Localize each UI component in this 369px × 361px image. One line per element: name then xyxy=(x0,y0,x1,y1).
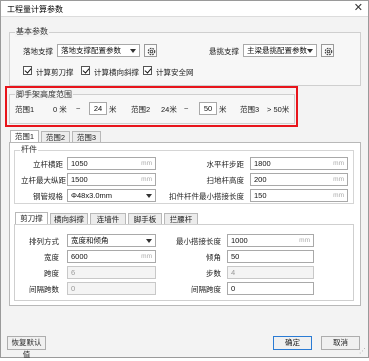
floor-support-value: 落地支撑配置参数 xyxy=(61,46,121,55)
safety-net-checkbox[interactable] xyxy=(143,66,152,75)
cantilever-value: 主梁悬挑配置参数 xyxy=(247,46,307,55)
fastener-overlap-input[interactable]: 150 mm xyxy=(250,189,348,202)
unit-label: mm xyxy=(141,176,152,183)
horizontal-step-input[interactable]: 1800 mm xyxy=(250,157,348,170)
gap-steps-label: 间隔跨度 xyxy=(191,285,221,294)
width-input[interactable]: 6000 mm xyxy=(67,250,156,263)
chevron-down-icon xyxy=(146,239,152,243)
pole-legend: 杆件 xyxy=(20,144,38,155)
min-overlap-label: 最小搭接长度 xyxy=(176,237,221,246)
chevron-down-icon xyxy=(146,194,152,198)
vertical-spacing-label: 立杆横距 xyxy=(33,160,63,169)
arrangement-value: 宽度和倾角 xyxy=(71,236,109,245)
gap-span-label: 间隔跨数 xyxy=(29,285,59,294)
min-overlap-input[interactable]: 1000 mm xyxy=(227,234,314,247)
width-value: 6000 xyxy=(71,252,88,261)
angle-label: 倾角 xyxy=(206,253,221,262)
floor-support-select[interactable]: 落地支撑配置参数 xyxy=(57,44,140,57)
width-label: 宽度 xyxy=(44,253,59,262)
floor-support-label: 落地支撑 xyxy=(23,47,53,56)
cross-brace-checkbox[interactable] xyxy=(81,66,90,75)
sweep-height-input[interactable]: 200 mm xyxy=(250,173,348,186)
arrangement-select[interactable]: 宽度和倾角 xyxy=(67,234,156,247)
title-bar[interactable]: 工程量计算参数 ✕ xyxy=(1,1,368,17)
vertical-spacing-value: 1050 xyxy=(71,159,88,168)
horizontal-step-value: 1800 xyxy=(254,159,271,168)
scissor-check-label: 计算剪刀撑 xyxy=(36,68,74,77)
floor-support-settings-button[interactable] xyxy=(144,44,157,57)
sweep-height-label: 扫地杆高度 xyxy=(206,176,245,185)
unit-label: mm xyxy=(141,160,152,167)
scissor-checkbox[interactable] xyxy=(23,66,32,75)
cantilever-settings-button[interactable] xyxy=(321,44,334,57)
restore-defaults-button[interactable]: 恢复默认值 xyxy=(7,336,46,359)
cantilever-label: 悬挑支撑 xyxy=(209,47,239,56)
highlight-box xyxy=(5,86,298,127)
basic-params-legend: 基本参数 xyxy=(15,26,49,37)
span-label: 跨度 xyxy=(44,269,59,278)
dialog-window: 工程量计算参数 ✕ 基本参数 落地支撑 落地支撑配置参数 悬挑支撑 主梁悬挑配置… xyxy=(0,0,369,359)
gap-steps-input[interactable]: 0 xyxy=(227,282,314,295)
min-overlap-value: 1000 xyxy=(231,236,248,245)
longitudinal-spacing-value: 1500 xyxy=(71,175,88,184)
fastener-overlap-value: 150 xyxy=(254,191,267,200)
close-icon[interactable]: ✕ xyxy=(354,2,363,14)
ok-button[interactable]: 确定 xyxy=(273,336,312,350)
unit-label: mm xyxy=(299,237,310,244)
fastener-overlap-label: 扣件杆件最小搭接长度 xyxy=(169,192,244,201)
horizontal-step-label: 水平杆步距 xyxy=(206,160,245,169)
cantilever-select[interactable]: 主梁悬挑配置参数 xyxy=(243,44,317,57)
window-title: 工程量计算参数 xyxy=(7,5,63,14)
gap-span-input[interactable]: 0 xyxy=(67,282,156,295)
chevron-down-icon xyxy=(130,49,136,53)
cancel-button[interactable]: 取消 xyxy=(321,336,360,350)
steel-spec-value: Φ48x3.0mm xyxy=(71,191,112,200)
unit-label: mm xyxy=(333,160,344,167)
steel-spec-label: 钢管规格 xyxy=(33,192,63,201)
unit-label: mm xyxy=(141,253,152,260)
gear-icon xyxy=(324,47,333,56)
safety-net-check-label: 计算安全网 xyxy=(156,68,194,77)
sweep-height-value: 200 xyxy=(254,175,267,184)
resize-grip-icon[interactable]: ⋰ xyxy=(359,347,366,355)
span-input[interactable]: 6 xyxy=(67,266,156,279)
steel-spec-select[interactable]: Φ48x3.0mm xyxy=(67,189,156,202)
chevron-down-icon xyxy=(307,49,313,53)
unit-label: mm xyxy=(333,192,344,199)
steps-label: 步数 xyxy=(206,269,221,278)
gear-icon xyxy=(147,47,156,56)
unit-label: mm xyxy=(333,176,344,183)
cross-brace-check-label: 计算横向斜撑 xyxy=(94,68,139,77)
arrangement-label: 排列方式 xyxy=(29,237,59,246)
longitudinal-spacing-label: 立杆最大纵距 xyxy=(21,176,66,185)
steps-input[interactable]: 4 xyxy=(227,266,314,279)
longitudinal-spacing-input[interactable]: 1500 mm xyxy=(67,173,156,186)
angle-input[interactable]: 50 xyxy=(227,250,314,263)
vertical-spacing-input[interactable]: 1050 mm xyxy=(67,157,156,170)
